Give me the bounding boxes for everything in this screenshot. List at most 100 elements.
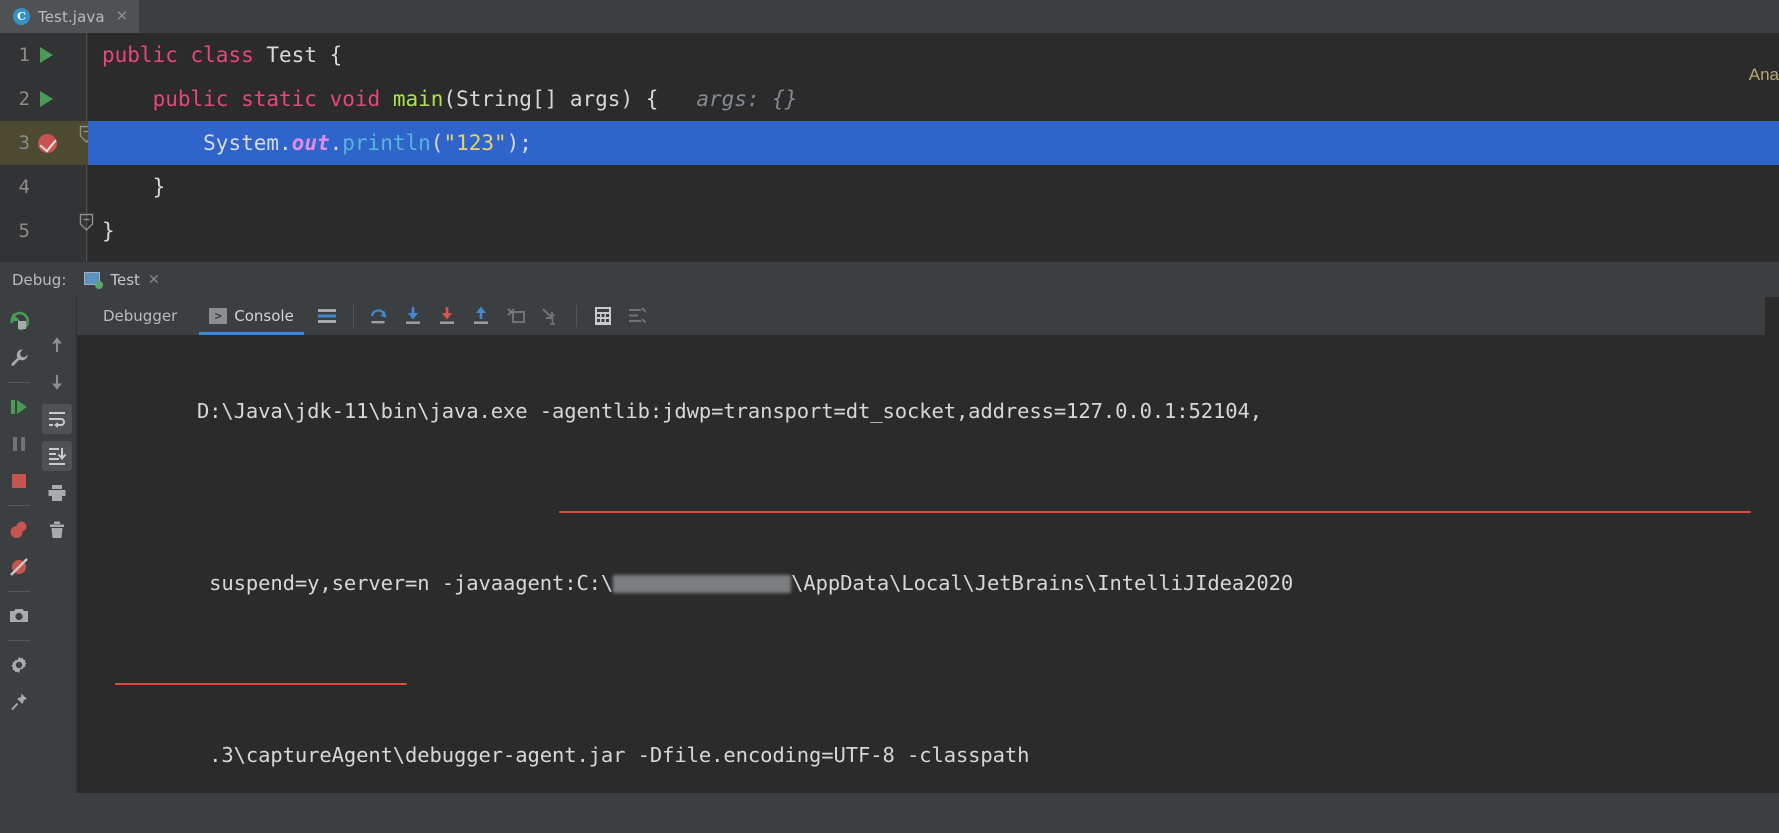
arrow-down-icon[interactable] bbox=[42, 367, 72, 397]
gutter-row[interactable]: 2 bbox=[0, 77, 88, 121]
run-arrow-icon[interactable] bbox=[40, 47, 53, 63]
code-token: String bbox=[456, 87, 532, 111]
console-line: D:\Java\jdk-11\bin\java.exe -agentlib:jd… bbox=[99, 347, 1765, 519]
line-number: 3 bbox=[18, 132, 30, 154]
toolbar-separator bbox=[8, 382, 30, 383]
code-token: [] bbox=[531, 87, 570, 111]
run-configuration-icon bbox=[84, 271, 104, 289]
code-token: ( bbox=[443, 87, 457, 111]
debug-actions-toolbar bbox=[0, 297, 38, 793]
tab-debugger-label: Debugger bbox=[103, 307, 178, 325]
step-over-icon[interactable] bbox=[363, 301, 397, 331]
console-line-text: suspend=y,server=n -javaagent:C:\ bbox=[196, 571, 614, 595]
run-to-cursor-icon[interactable] bbox=[533, 301, 567, 331]
code-editor[interactable]: 1 2 3 4 5 public class Test {public sta… bbox=[0, 33, 1779, 261]
resume-program-button[interactable] bbox=[4, 392, 34, 422]
run-arrow-icon[interactable] bbox=[40, 91, 53, 107]
code-token: main bbox=[392, 87, 444, 111]
drop-frame-icon[interactable] bbox=[499, 301, 533, 331]
code-line-executing[interactable]: System. out. println("123"); bbox=[88, 121, 1779, 165]
tab-console[interactable]: > Console bbox=[193, 297, 310, 335]
inspection-widget[interactable]: Ana bbox=[1749, 65, 1779, 85]
force-step-into-icon[interactable] bbox=[431, 301, 465, 331]
code-token: class bbox=[190, 43, 254, 67]
console-icon: > bbox=[209, 308, 228, 324]
console-line-text-after: \AppData\Local\JetBrains\IntelliJIdea202… bbox=[791, 571, 1294, 595]
line-number: 4 bbox=[18, 176, 30, 198]
code-token: { bbox=[316, 43, 343, 67]
console-output[interactable]: D:\Java\jdk-11\bin\java.exe -agentlib:jd… bbox=[76, 335, 1765, 793]
annotation-underline bbox=[559, 510, 1751, 513]
step-out-icon[interactable] bbox=[465, 301, 499, 331]
code-token: } bbox=[102, 219, 115, 243]
line-number: 5 bbox=[18, 220, 30, 242]
code-token: args bbox=[569, 87, 621, 111]
code-line[interactable]: } bbox=[88, 209, 1779, 253]
code-token: static bbox=[241, 87, 317, 111]
breakpoint-verified-icon[interactable] bbox=[38, 133, 57, 153]
debug-session-tab[interactable]: Test ✕ bbox=[84, 270, 160, 289]
code-line[interactable]: } bbox=[88, 165, 1779, 209]
code-token: public bbox=[152, 87, 229, 111]
code-token: void bbox=[329, 87, 381, 111]
console-line: suspend=y,server=n -javaagent:C:\ \AppDat… bbox=[99, 519, 1765, 691]
editor-tab-test-java[interactable]: C Test.java ✕ bbox=[0, 0, 140, 33]
code-line[interactable]: public class Test { bbox=[88, 33, 1779, 77]
code-token: ( bbox=[430, 131, 444, 155]
step-into-icon[interactable] bbox=[397, 301, 431, 331]
debug-session-label: Test bbox=[110, 270, 140, 289]
console-actions-toolbar bbox=[38, 297, 76, 793]
print-icon[interactable] bbox=[42, 478, 72, 508]
code-token: Test bbox=[266, 43, 317, 67]
tab-debugger[interactable]: Debugger bbox=[87, 297, 193, 335]
rerun-button[interactable] bbox=[4, 306, 34, 336]
toolbar-separator bbox=[352, 305, 354, 327]
console-scrollbar[interactable] bbox=[1765, 297, 1779, 793]
inline-debugger-hint[interactable]: args: {} bbox=[658, 87, 797, 111]
gear-icon[interactable] bbox=[4, 650, 34, 680]
close-icon[interactable]: ✕ bbox=[148, 272, 160, 288]
editor-tab-label: Test.java bbox=[38, 7, 105, 26]
code-token: ) { bbox=[620, 87, 659, 111]
gutter-row[interactable]: 4 bbox=[0, 165, 88, 209]
stop-button[interactable] bbox=[4, 466, 34, 496]
console-line-text: D:\Java\jdk-11\bin\java.exe -agentlib:jd… bbox=[196, 399, 1262, 423]
line-number: 1 bbox=[18, 44, 30, 66]
console-panel: Debugger > Console D:\Java\jdk-11\bin\ja… bbox=[76, 297, 1765, 793]
layout-icon[interactable] bbox=[620, 301, 654, 331]
gutter-row[interactable]: 5 bbox=[0, 209, 88, 253]
editor-tab-bar: C Test.java ✕ bbox=[0, 0, 1779, 33]
code-token: "123" bbox=[443, 131, 507, 155]
mute-breakpoints-button[interactable] bbox=[4, 552, 34, 582]
code-token: public bbox=[102, 43, 178, 67]
gutter-row[interactable]: 3 bbox=[0, 121, 88, 165]
scroll-to-end-icon[interactable] bbox=[42, 441, 72, 471]
code-line[interactable]: public static void main(String[] args) {… bbox=[88, 77, 1779, 121]
pause-program-button[interactable] bbox=[4, 429, 34, 459]
redacted-username bbox=[613, 575, 792, 593]
soft-wrap-icon[interactable] bbox=[42, 404, 72, 434]
trash-icon[interactable] bbox=[42, 515, 72, 545]
code-area[interactable]: public class Test { public static void m… bbox=[88, 33, 1779, 261]
code-token: ); bbox=[506, 131, 532, 155]
toolbar-separator bbox=[575, 305, 577, 327]
wrench-icon[interactable] bbox=[4, 343, 34, 373]
arrow-up-icon[interactable] bbox=[42, 330, 72, 360]
debug-tool-window-header: Debug: Test ✕ bbox=[0, 261, 1779, 297]
view-breakpoints-button[interactable] bbox=[4, 515, 34, 545]
debug-tool-window: Debugger > Console D:\Java\jdk-11\bin\ja… bbox=[0, 297, 1779, 793]
toolbar-separator bbox=[8, 505, 30, 506]
toolbar-separator bbox=[8, 640, 30, 641]
calculator-icon[interactable] bbox=[586, 301, 620, 331]
close-icon[interactable]: ✕ bbox=[116, 9, 129, 24]
gutter-row[interactable]: 1 bbox=[0, 33, 88, 77]
camera-icon[interactable] bbox=[4, 601, 34, 631]
editor-gutter[interactable]: 1 2 3 4 5 bbox=[0, 33, 94, 261]
pin-icon[interactable] bbox=[4, 687, 34, 717]
lines-icon[interactable] bbox=[310, 301, 344, 331]
